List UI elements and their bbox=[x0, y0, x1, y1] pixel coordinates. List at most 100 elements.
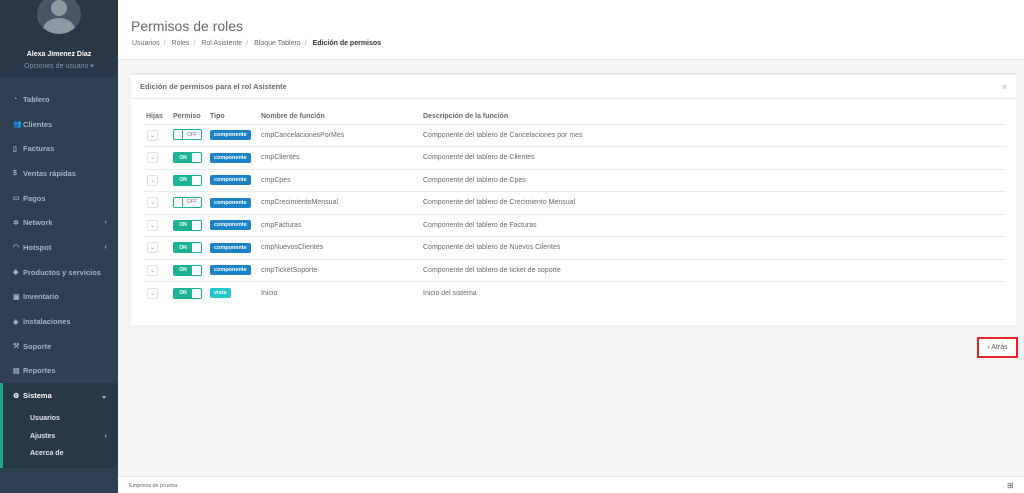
table-row: ⌄ ON componente cmpFacturas Componente del t… bbox=[144, 213, 1006, 237]
chevron-left-icon: ‹ bbox=[104, 243, 107, 251]
expand-chevron-icon[interactable]: ⌄ bbox=[147, 129, 158, 141]
sidebar-item-productos[interactable]: ◆ Productos y servicios bbox=[0, 260, 118, 285]
sidebar-item-label: Productos y servicios bbox=[23, 267, 101, 277]
page-title: Permisos de roles bbox=[131, 18, 244, 34]
submenu-item-ajustes[interactable]: Ajustes ‹ bbox=[3, 427, 118, 445]
sidebar-item-hotspot[interactable]: ◠ Hotspot ‹ bbox=[0, 235, 118, 260]
close-icon[interactable]: × bbox=[1002, 82, 1007, 92]
permission-toggle[interactable]: ON bbox=[173, 242, 202, 254]
submenu-item-label: Ajustes bbox=[30, 432, 56, 440]
expand-chevron-icon[interactable]: ⌄ bbox=[147, 287, 158, 299]
user-options-dropdown[interactable]: Opciones de usuario ▾ bbox=[0, 62, 118, 70]
sidebar-item-inventario[interactable]: ▣ Inventario bbox=[0, 285, 118, 310]
sidebar-item-sistema[interactable]: ⚙ Sistema ⌄ bbox=[0, 383, 118, 408]
function-name: cmpTicketSoporte bbox=[259, 258, 421, 282]
cubes-icon: ▣ bbox=[13, 293, 20, 301]
table-row: ⌄ ON componente cmpTicketSoporte Componente … bbox=[144, 258, 1006, 282]
submenu-item-usuarios[interactable]: Usuarios bbox=[3, 410, 118, 428]
function-name: Inicio bbox=[259, 281, 421, 304]
sidebar-item-ventas[interactable]: $ Ventas rápidas bbox=[0, 161, 118, 186]
function-description: Componente del tablero de ticket de sopo… bbox=[421, 258, 1006, 282]
breadcrumb-roles[interactable]: Roles bbox=[172, 40, 190, 47]
network-icon: ✲ bbox=[13, 219, 19, 227]
function-description: Componente del tablero de Nuevos Cliente… bbox=[421, 236, 1006, 259]
permission-toggle[interactable]: OFF bbox=[173, 129, 202, 141]
sidebar-item-network[interactable]: ✲ Network ‹ bbox=[0, 210, 118, 235]
type-badge: vista bbox=[210, 288, 231, 298]
sidebar-item-instalaciones[interactable]: ◈ Instalaciones bbox=[0, 309, 118, 334]
breadcrumb-rol-asistente[interactable]: Rol Asistente bbox=[201, 40, 242, 47]
sidebar-menu: ◔ Tablero 👥 Clientes ▯ Facturas $ Ventas ráp… bbox=[0, 87, 118, 469]
toggle-label: ON bbox=[174, 288, 192, 298]
sidebar-item-facturas[interactable]: ▯ Facturas bbox=[0, 136, 118, 161]
tag-icon: ◆ bbox=[13, 269, 19, 277]
submenu-item-acerca[interactable]: Acerca de bbox=[3, 445, 118, 463]
dollar-icon: $ bbox=[13, 169, 17, 177]
expand-chevron-icon[interactable]: ⌄ bbox=[147, 242, 158, 254]
permission-toggle[interactable]: ON bbox=[173, 287, 202, 299]
type-badge: componente bbox=[210, 220, 251, 231]
type-badge: componente bbox=[210, 175, 251, 186]
function-description: Componente del tablero de Cpes bbox=[421, 168, 1006, 192]
table-row: ⌄ ON vista Inicio Inicio del sistema bbox=[144, 281, 1006, 304]
permission-toggle[interactable]: ON bbox=[173, 174, 202, 186]
sitemap-icon[interactable]: ⊞ bbox=[1007, 481, 1016, 490]
function-name: cmpCrecimientoMensual bbox=[259, 191, 421, 214]
sidebar-item-clientes[interactable]: 👥 Clientes bbox=[0, 112, 118, 137]
sidebar-item-label: Inventario bbox=[23, 292, 59, 302]
function-name: cmpClientes bbox=[259, 146, 421, 169]
function-description: Componente del tablero de Crecimiento Me… bbox=[421, 191, 1006, 214]
sidebar-item-soporte[interactable]: ⚒ Soporte bbox=[0, 334, 118, 359]
expand-chevron-icon[interactable]: ⌄ bbox=[147, 264, 158, 276]
submenu-item-label: Usuarios bbox=[30, 415, 60, 423]
type-badge: componente bbox=[210, 265, 251, 276]
sidebar-item-tablero[interactable]: ◔ Tablero bbox=[0, 87, 118, 112]
sidebar-item-label: Network bbox=[23, 218, 53, 228]
chevron-left-icon: ‹ bbox=[104, 432, 107, 440]
permission-toggle[interactable]: ON bbox=[173, 264, 202, 276]
breadcrumb-bloque-tablero[interactable]: Bloque Tablero bbox=[254, 40, 301, 47]
function-name: cmpNuevosClientes bbox=[259, 236, 421, 259]
chevron-left-icon: ‹ bbox=[104, 219, 107, 227]
column-header-hijas: Hijas bbox=[146, 112, 163, 120]
book-icon: ▤ bbox=[13, 367, 20, 375]
sidebar-item-label: Tablero bbox=[23, 94, 50, 104]
sidebar-item-reportes[interactable]: ▤ Reportes bbox=[0, 359, 118, 384]
sidebar-item-label: Ventas rápidas bbox=[23, 168, 76, 178]
permissions-table: Hijas Permiso Tipo Nombre de función Des… bbox=[144, 109, 1006, 304]
panel-title-text: Edición de permisos para el rol Asistent… bbox=[140, 82, 287, 91]
sidebar-item-pagos[interactable]: ▭ Pagos bbox=[0, 186, 118, 211]
sidebar: Alexa Jimenez Díaz Opciones de usuario ▾… bbox=[0, 0, 118, 493]
profile-block: Alexa Jimenez Díaz Opciones de usuario ▾ bbox=[0, 0, 118, 77]
expand-chevron-icon[interactable]: ⌄ bbox=[147, 174, 158, 186]
sidebar-item-label: Sistema bbox=[23, 391, 52, 401]
expand-chevron-icon[interactable]: ⌄ bbox=[147, 197, 158, 209]
type-badge: componente bbox=[210, 152, 251, 163]
breadcrumb: Usuarios / Roles / Rol Asistente / Bloque T… bbox=[132, 40, 382, 47]
users-icon: 👥 bbox=[13, 121, 22, 129]
toggle-label: ON bbox=[174, 175, 192, 185]
sidebar-item-label: Pagos bbox=[23, 193, 46, 203]
permission-toggle[interactable]: OFF bbox=[173, 196, 202, 208]
submenu-item-label: Acerca de bbox=[30, 450, 64, 458]
permission-toggle[interactable]: ON bbox=[173, 152, 202, 164]
tools-icon: ⚒ bbox=[13, 343, 20, 351]
type-badge: componente bbox=[210, 130, 251, 141]
breadcrumb-usuarios[interactable]: Usuarios bbox=[132, 40, 160, 47]
page-heading: Permisos de roles Usuarios / Roles / Rol A… bbox=[118, 0, 1024, 60]
table-row: ⌄ ON componente cmpCpes Componente del table… bbox=[144, 168, 1006, 192]
avatar[interactable] bbox=[37, 0, 81, 34]
sidebar-item-label: Soporte bbox=[23, 341, 52, 351]
function-description: Componente del tablero de Cancelaciones … bbox=[421, 123, 1006, 147]
column-header-nombre: Nombre de función bbox=[261, 112, 325, 120]
expand-chevron-icon[interactable]: ⌄ bbox=[147, 219, 158, 231]
expand-chevron-icon[interactable]: ⌄ bbox=[147, 152, 158, 164]
toggle-label: ON bbox=[174, 220, 192, 230]
column-header-permiso: Permiso bbox=[173, 112, 201, 120]
sidebar-item-label: Facturas bbox=[23, 144, 55, 154]
permissions-panel: Edición de permisos para el rol Asistent… bbox=[131, 73, 1016, 325]
table-row: ⌄ ON componente cmpNuevosClientes Componente… bbox=[144, 236, 1006, 259]
back-button[interactable]: ‹ Atrás bbox=[977, 337, 1018, 358]
sidebar-item-label: Instalaciones bbox=[23, 317, 71, 327]
permission-toggle[interactable]: ON bbox=[173, 219, 202, 231]
